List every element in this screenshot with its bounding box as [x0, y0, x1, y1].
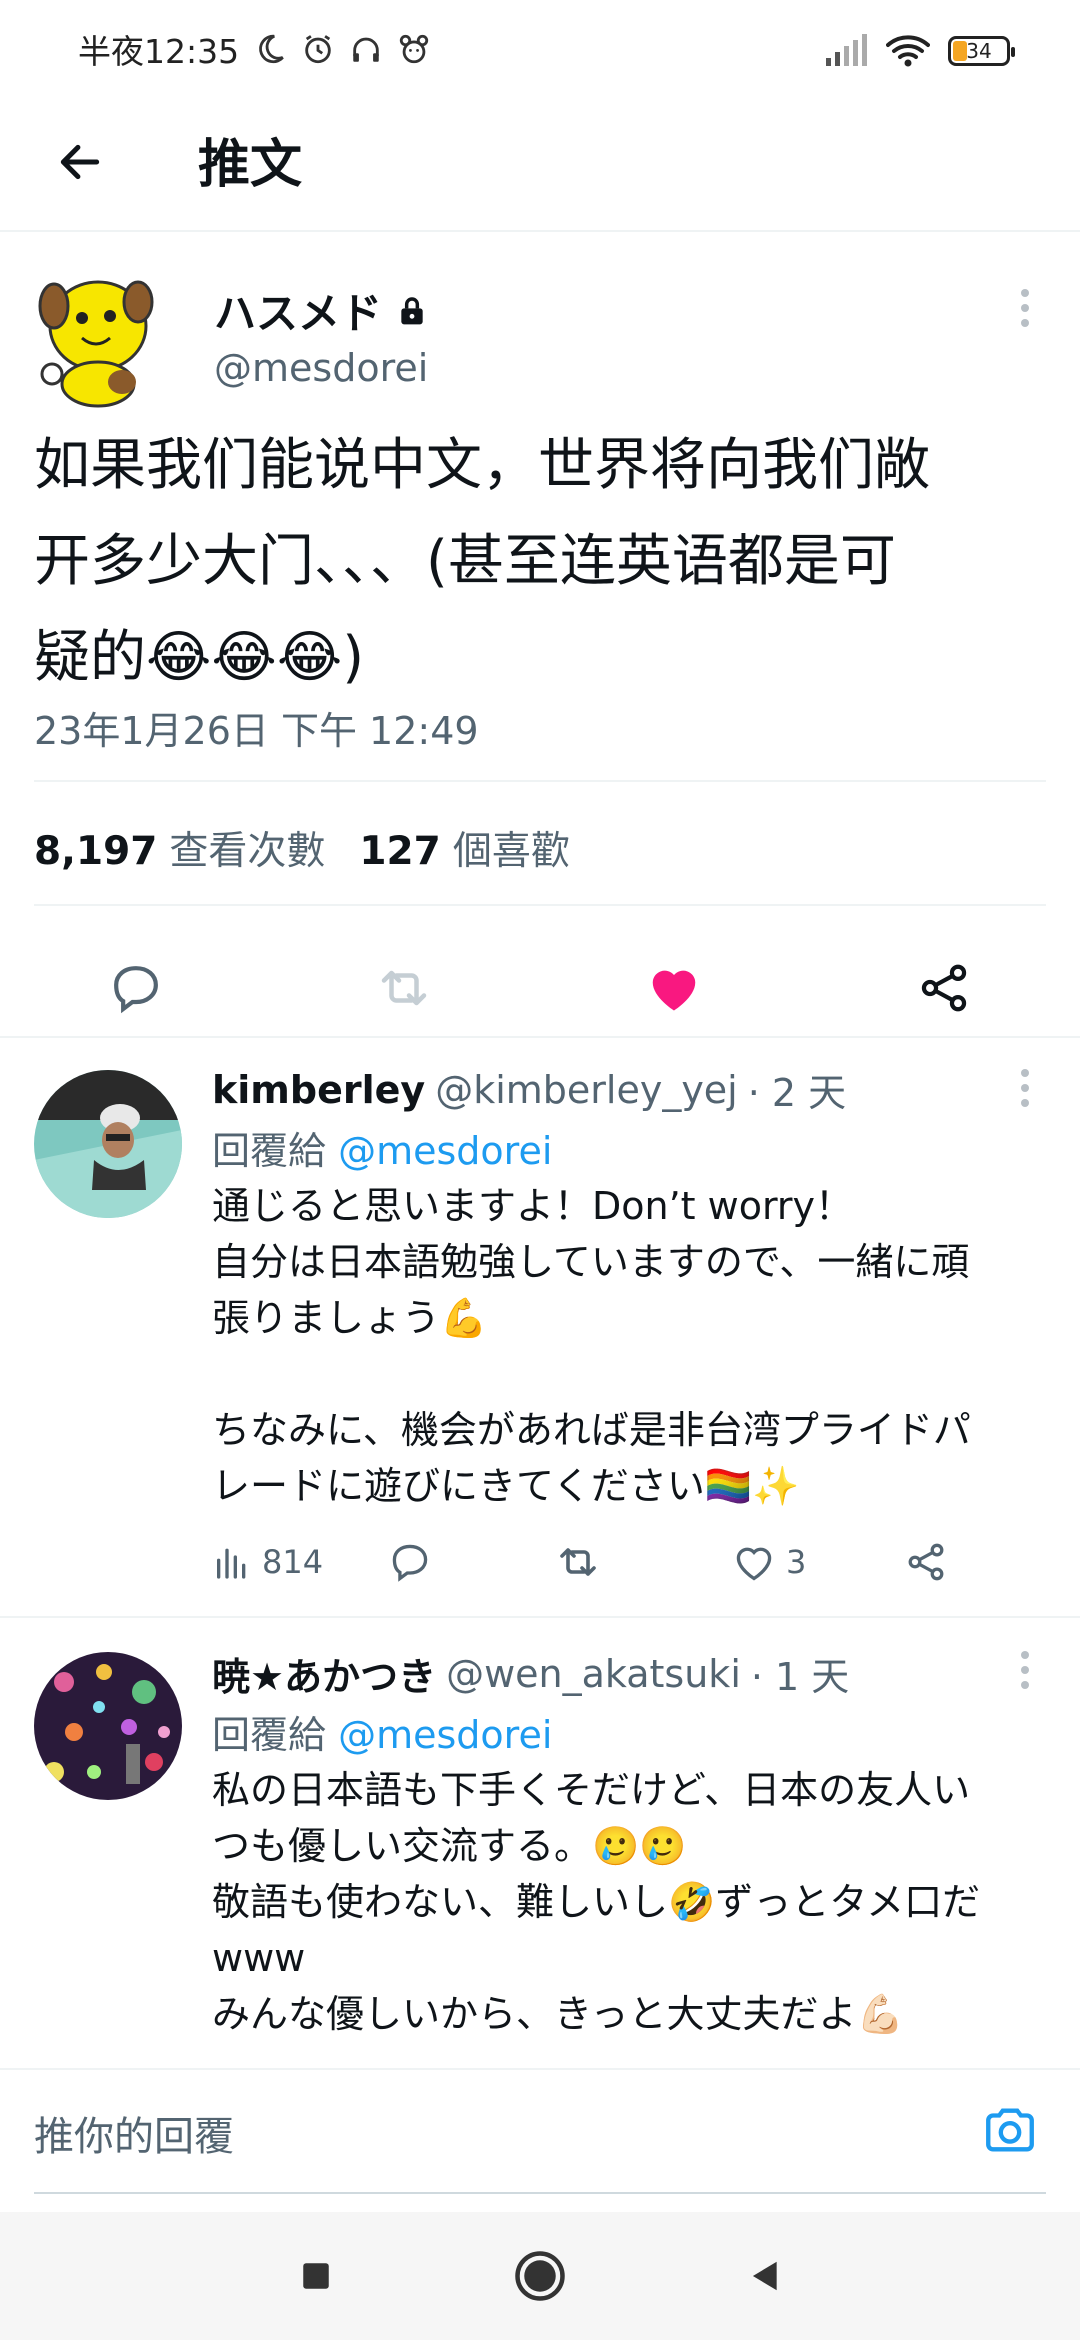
reply-more-button[interactable]	[1005, 1058, 1045, 1118]
tweet-actions	[0, 938, 1080, 1034]
divider	[0, 1616, 1080, 1618]
likes-stat[interactable]: 127 個喜歡	[359, 820, 569, 876]
reply-composer: 推你的回覆	[0, 2068, 1080, 2194]
comment-icon	[114, 966, 158, 1014]
reply-name-row: kimberley @kimberley_yej · 2 天	[212, 1062, 846, 1117]
retweet-button[interactable]	[364, 948, 444, 1028]
likes-count: 127	[359, 829, 441, 874]
reply-text: 通じると思いますよ！Don’t worry！ 自分は日本語勉強していますので、一…	[212, 1184, 971, 1508]
author-handle[interactable]: @mesdorei	[214, 346, 428, 390]
signal-icon	[826, 34, 867, 66]
reply-avatar[interactable]	[34, 1070, 182, 1218]
system-nav-bar	[0, 2212, 1080, 2340]
divider	[0, 1036, 1080, 1038]
share-icon	[908, 1543, 944, 1581]
author-name-row: ハスメド	[214, 280, 428, 341]
moon-icon	[259, 34, 284, 64]
reply-actions: 814 3	[212, 1532, 972, 1592]
reply-input[interactable]: 推你的回覆	[34, 2104, 234, 2162]
camera-button[interactable]	[978, 2098, 1042, 2162]
square-icon	[303, 2263, 329, 2289]
top-bar: 推文	[0, 96, 1080, 232]
reply-handle[interactable]: @wen_akatsuki	[446, 1652, 741, 1696]
divider	[34, 780, 1046, 782]
reply-to-mention[interactable]: @mesdorei	[338, 1129, 552, 1173]
reply-retweet-button[interactable]	[554, 1532, 602, 1592]
tweet-text: 如果我们能说中文，世界将向我们敞 开多少大门、、、(甚至连英语都是可 疑的😂😂😂…	[34, 418, 1044, 706]
heart-icon	[736, 1547, 772, 1581]
bear-icon	[399, 34, 429, 64]
reply-comment-button[interactable]	[388, 1532, 432, 1592]
views-icon	[217, 1548, 246, 1579]
reply-display-name[interactable]: kimberley	[212, 1068, 425, 1112]
reply-name-row: 暁★あかつき @wen_akatsuki · 1 天	[212, 1646, 849, 1701]
page-title: 推文	[198, 135, 303, 195]
reply-views-button[interactable]: 814	[212, 1532, 323, 1592]
back-button[interactable]	[48, 130, 112, 194]
battery-icon: 34	[948, 36, 1015, 66]
back-arrow-icon	[60, 144, 100, 180]
battery-level: 34	[966, 39, 992, 63]
recents-button[interactable]	[284, 2244, 348, 2308]
heart-filled-icon	[652, 970, 696, 1011]
views-count: 8,197	[34, 829, 158, 874]
status-bar: 半夜12:35 34	[0, 0, 1080, 96]
author-display-name[interactable]: ハスメド	[214, 280, 382, 341]
likes-label: 個喜歡	[452, 829, 570, 874]
reply-more-button[interactable]	[1005, 1640, 1045, 1700]
reply-likes-count: 3	[786, 1543, 807, 1581]
triangle-back-icon	[752, 2261, 777, 2291]
wifi-icon	[886, 35, 930, 67]
retweet-icon	[560, 1548, 596, 1576]
reply-share-button[interactable]	[904, 1532, 948, 1592]
tweet-text-line: 疑的😂😂😂)	[34, 625, 365, 690]
status-time: 半夜12:35	[78, 32, 240, 71]
home-button[interactable]	[508, 2244, 572, 2308]
camera-icon	[986, 2108, 1034, 2152]
divider	[34, 904, 1046, 906]
status-left: 半夜12:35	[78, 24, 431, 74]
reply-handle[interactable]: @kimberley_yej	[435, 1068, 738, 1112]
reply-button[interactable]	[96, 948, 176, 1028]
share-button[interactable]	[904, 948, 984, 1028]
tweet-text-line: 如果我们能说中文，世界将向我们敞	[34, 433, 930, 498]
views-label: 查看次數	[169, 829, 326, 874]
reply-time: · 2 天	[747, 1071, 847, 1115]
tweet-text-line: 开多少大门、、、(甚至连英语都是可	[34, 529, 896, 594]
author-avatar[interactable]	[34, 266, 164, 412]
home-circle-icon	[515, 2251, 565, 2301]
reply-to-label: 回覆給	[212, 1713, 327, 1757]
comment-icon	[392, 1544, 428, 1582]
reply-text: 私の日本語も下手くそだけど、日本の友人い つも優しい交流する。🥲🥲 敬語も使わな…	[212, 1768, 981, 2036]
views-stat[interactable]: 8,197 查看次數	[34, 820, 325, 876]
reply-display-name[interactable]: 暁★あかつき	[212, 1646, 436, 1701]
reply-to-label: 回覆給	[212, 1129, 327, 1173]
like-button[interactable]	[634, 948, 714, 1028]
reply-like-button[interactable]: 3	[732, 1532, 806, 1592]
back-nav-button[interactable]	[732, 2244, 796, 2308]
reply-to: 回覆給 @mesdorei	[212, 1704, 552, 1759]
composer-underline	[34, 2192, 1046, 2194]
status-right: 34	[824, 26, 1015, 76]
reply-avatar[interactable]	[34, 1652, 182, 1800]
reply-views-count: 814	[262, 1543, 324, 1581]
headphones-icon	[353, 37, 379, 62]
lock-icon	[401, 296, 423, 324]
share-icon	[921, 964, 967, 1012]
alarm-icon	[305, 35, 331, 64]
tweet-timestamp[interactable]: 23年1月26日 下午 12:49	[34, 700, 479, 755]
reply-to-mention[interactable]: @mesdorei	[338, 1713, 552, 1757]
tweet-stats: 8,197 查看次數 127 個喜歡	[34, 820, 570, 876]
reply-to: 回覆給 @mesdorei	[212, 1120, 552, 1175]
retweet-icon	[381, 970, 427, 1006]
reply-time: · 1 天	[750, 1655, 850, 1699]
tweet-more-button[interactable]	[1005, 278, 1045, 338]
